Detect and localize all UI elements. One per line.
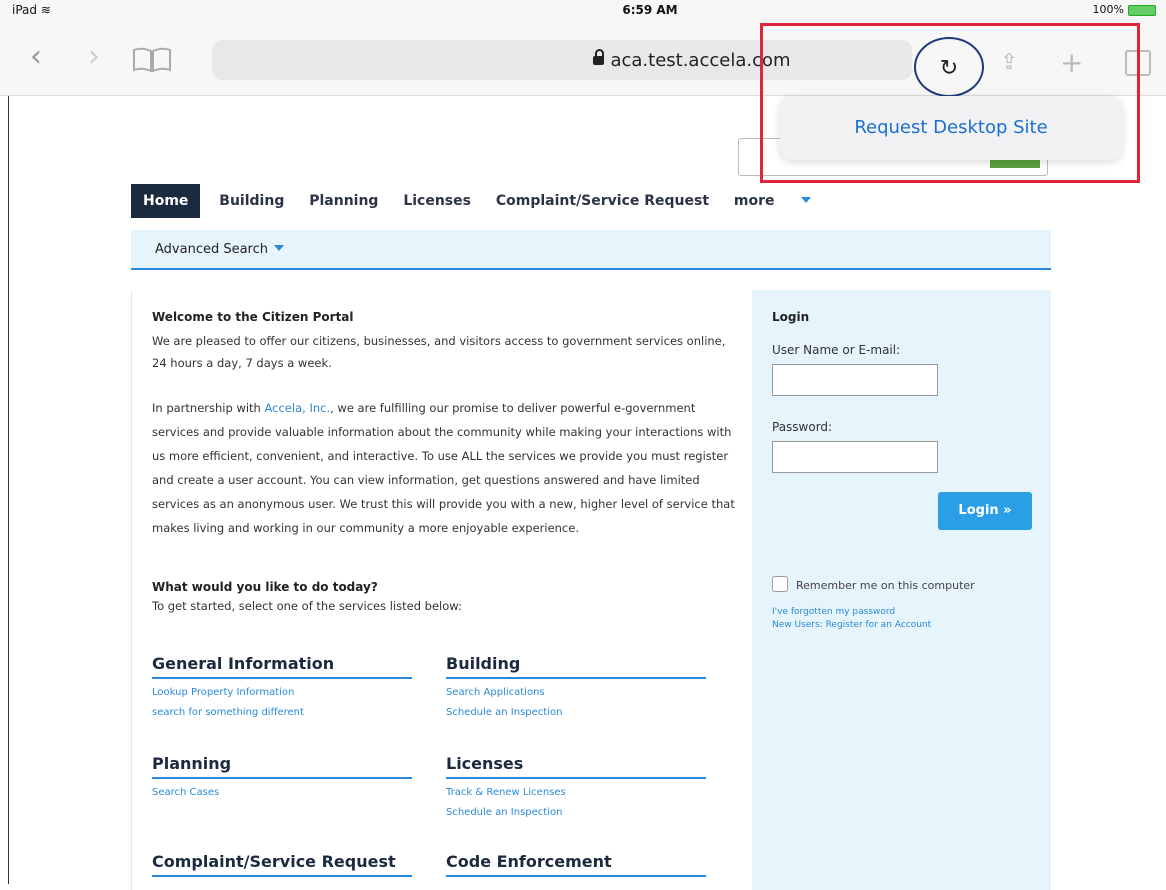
welcome-body-text: In partnership with <box>152 401 265 415</box>
clock: 6:59 AM <box>622 3 678 17</box>
chevron-down-icon <box>274 245 285 251</box>
bookmarks-icon[interactable] <box>132 47 172 73</box>
advanced-search-link[interactable]: Advanced Search <box>155 242 285 257</box>
tab-home[interactable]: Home <box>131 184 201 218</box>
username-label: User Name or E-mail: <box>772 343 901 357</box>
login-title: Login <box>772 310 810 324</box>
chevron-down-icon <box>800 197 811 203</box>
highlight-box <box>760 23 1140 183</box>
section-title: Licenses <box>446 754 706 779</box>
account-links: I've forgotten my password New Users: Re… <box>772 606 931 632</box>
back-icon[interactable]: ‹ <box>30 42 42 72</box>
section-licenses: Licenses Track & Renew Licenses Schedule… <box>446 754 706 823</box>
link-search-cases[interactable]: Search Cases <box>152 783 412 803</box>
section-title: Complaint/Service Request <box>152 852 412 877</box>
welcome-body: In partnership with Accela, Inc., we are… <box>152 396 737 540</box>
link-search-applications[interactable]: Search Applications <box>446 683 706 703</box>
main-content: Welcome to the Citizen Portal We are ple… <box>131 290 752 890</box>
tab-licenses[interactable]: Licenses <box>403 184 471 218</box>
lock-icon <box>593 49 605 65</box>
section-general-information: General Information Lookup Property Info… <box>152 654 412 723</box>
tab-complaint[interactable]: Complaint/Service Request <box>496 184 709 218</box>
advanced-search-bar: Advanced Search <box>131 230 1051 270</box>
welcome-body-text: , we are fulfilling our promise to deliv… <box>152 401 735 535</box>
forward-icon[interactable]: › <box>88 42 100 72</box>
section-code-enforcement: Code Enforcement <box>446 852 706 877</box>
section-title: Planning <box>152 754 412 779</box>
link-lookup-property[interactable]: Lookup Property Information <box>152 683 412 703</box>
tab-building[interactable]: Building <box>219 184 284 218</box>
welcome-intro: We are pleased to offer our citizens, bu… <box>152 334 726 370</box>
login-panel: Login User Name or E-mail: Password: Log… <box>752 290 1051 890</box>
username-field[interactable] <box>772 364 938 396</box>
section-title: Building <box>446 654 706 679</box>
register-link[interactable]: New Users: Register for an Account <box>772 619 931 632</box>
link-search-different[interactable]: search for something different <box>152 703 412 723</box>
remember-label: Remember me on this computer <box>796 579 975 592</box>
accela-link[interactable]: Accela, Inc. <box>265 401 331 415</box>
section-title: Code Enforcement <box>446 852 706 877</box>
question-title: What would you like to do today? <box>152 580 378 594</box>
link-track-renew-licenses[interactable]: Track & Renew Licenses <box>446 783 706 803</box>
tab-more[interactable]: more <box>734 184 831 218</box>
welcome-title: Welcome to the Citizen Portal <box>152 310 354 324</box>
main-nav: Home Building Planning Licenses Complain… <box>131 184 851 218</box>
remember-me[interactable]: Remember me on this computer <box>772 576 975 592</box>
remember-checkbox[interactable] <box>772 576 788 592</box>
tab-planning[interactable]: Planning <box>309 184 378 218</box>
section-building: Building Search Applications Schedule an… <box>446 654 706 723</box>
battery-indicator: 100% <box>1093 3 1156 16</box>
section-planning: Planning Search Cases <box>152 754 412 803</box>
advanced-search-label: Advanced Search <box>155 242 269 257</box>
login-button[interactable]: Login » <box>938 492 1032 530</box>
section-title: General Information <box>152 654 412 679</box>
password-label: Password: <box>772 420 833 434</box>
battery-icon <box>1128 4 1156 16</box>
link-schedule-inspection[interactable]: Schedule an Inspection <box>446 803 706 823</box>
question-subtitle: To get started, select one of the servic… <box>152 599 462 613</box>
section-complaint: Complaint/Service Request <box>152 852 412 877</box>
password-field[interactable] <box>772 441 938 473</box>
tab-more-label: more <box>733 193 775 209</box>
link-schedule-inspection[interactable]: Schedule an Inspection <box>446 703 706 723</box>
forgot-password-link[interactable]: I've forgotten my password <box>772 606 931 619</box>
